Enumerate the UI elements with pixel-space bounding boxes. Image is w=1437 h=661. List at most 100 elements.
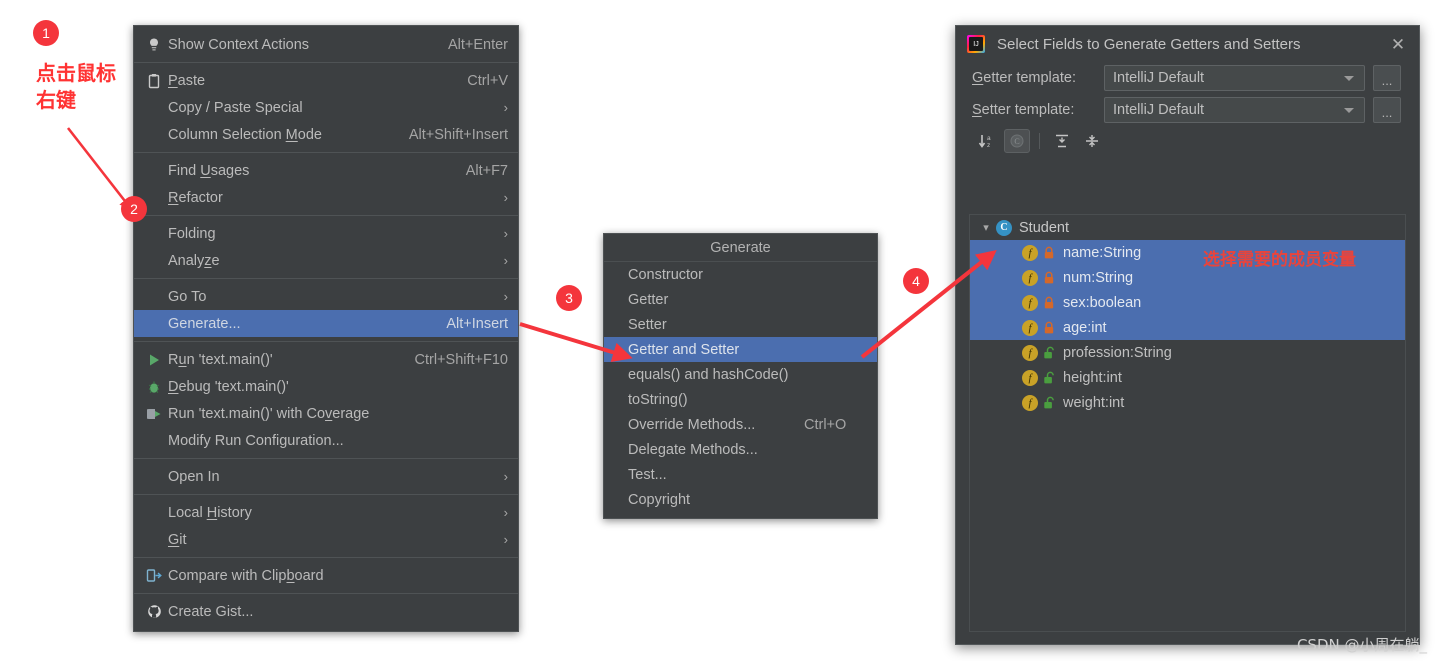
field-label: age:int: [1063, 319, 1107, 336]
fields-tree[interactable]: ▾ C Student f name:String f num:String f sex:…: [969, 214, 1406, 632]
generate-popup-menu[interactable]: Generate Constructor Getter Setter Getter a…: [603, 233, 878, 519]
generate-popup-title: Generate: [604, 234, 877, 262]
annotation-badge: 1: [33, 20, 59, 46]
context-menu-item-label: Go To: [168, 288, 207, 305]
tree-root-node[interactable]: ▾ C Student: [970, 215, 1405, 240]
show-class-icon[interactable]: C: [1004, 129, 1030, 153]
generate-menu-item[interactable]: Copyright: [604, 487, 877, 512]
csdn-watermark: CSDN @小周在躺_: [1296, 636, 1427, 654]
menu-separator: [134, 458, 518, 459]
field-tree-row[interactable]: f weight:int: [970, 390, 1405, 415]
no-icon: [142, 224, 166, 244]
context-menu-item-label: Local History: [168, 504, 252, 521]
chevron-right-icon: ›: [503, 226, 508, 241]
toolbar-divider: [1039, 133, 1040, 149]
context-menu-item[interactable]: Create Gist...: [134, 598, 518, 625]
sort-alphabetically-icon[interactable]: a z: [974, 129, 1000, 153]
chevron-right-icon: ›: [503, 100, 508, 115]
context-menu-item[interactable]: Analyze ›: [134, 247, 518, 274]
chevron-right-icon: ›: [503, 253, 508, 268]
field-tree-row[interactable]: f sex:boolean: [970, 290, 1405, 315]
generate-menu-item[interactable]: Getter: [604, 287, 877, 312]
context-menu-item-label: Column Selection Mode: [168, 126, 322, 143]
context-menu-item[interactable]: Go To ›: [134, 283, 518, 310]
svg-text:z: z: [987, 142, 990, 149]
lock-closed-icon: [1043, 271, 1055, 285]
context-menu-item[interactable]: Debug 'text.main()': [134, 373, 518, 400]
lock-closed-icon: [1043, 296, 1055, 310]
setter-template-combo[interactable]: IntelliJ Default: [1104, 97, 1365, 123]
svg-text:C: C: [1014, 137, 1019, 146]
setter-template-browse-button[interactable]: ...: [1373, 97, 1401, 123]
context-menu-item-shortcut: Ctrl+Shift+F10: [414, 351, 509, 368]
generate-menu-item[interactable]: Setter: [604, 312, 877, 337]
context-menu-item[interactable]: Refactor ›: [134, 184, 518, 211]
generate-menu-item-label: toString(): [628, 391, 688, 408]
run-icon: [142, 350, 166, 370]
generate-menu-item[interactable]: Test...: [604, 462, 877, 487]
generate-menu-item[interactable]: Override Methods... Ctrl+O: [604, 412, 877, 437]
lock-closed-icon: [1043, 246, 1055, 260]
context-menu-item-label: Generate...: [168, 315, 241, 332]
close-icon[interactable]: ✕: [1387, 33, 1409, 55]
context-menu-item[interactable]: Local History ›: [134, 499, 518, 526]
chevron-down-icon: [1344, 75, 1354, 81]
field-tree-row[interactable]: f height:int: [970, 365, 1405, 390]
editor-context-menu[interactable]: Show Context Actions Alt+Enter Paste Ctrl+V…: [133, 25, 519, 632]
context-menu-item[interactable]: Run 'text.main()' with Coverage: [134, 400, 518, 427]
chevron-right-icon: ›: [503, 289, 508, 304]
context-menu-item[interactable]: Copy / Paste Special ›: [134, 94, 518, 121]
field-icon: f: [1022, 319, 1038, 336]
expand-all-icon[interactable]: [1049, 129, 1075, 153]
chevron-down-icon[interactable]: ▾: [978, 221, 994, 234]
generate-menu-item-label: Setter: [628, 316, 667, 333]
generate-menu-item[interactable]: Constructor: [604, 262, 877, 287]
menu-separator: [134, 494, 518, 495]
no-icon: [142, 287, 166, 307]
coverage-icon: [142, 404, 166, 424]
collapse-all-icon[interactable]: [1079, 129, 1105, 153]
getter-template-row: Getter template: IntelliJ Default ...: [956, 62, 1419, 94]
context-menu-item-label: Compare with Clipboard: [168, 567, 324, 584]
generate-menu-item[interactable]: equals() and hashCode(): [604, 362, 877, 387]
no-icon: [142, 125, 166, 145]
generate-menu-item-label: Delegate Methods...: [628, 441, 758, 458]
field-label: sex:boolean: [1063, 294, 1142, 311]
chevron-down-icon: [1344, 107, 1354, 113]
field-tree-row[interactable]: f age:int: [970, 315, 1405, 340]
context-menu-item[interactable]: Run 'text.main()' Ctrl+Shift+F10: [134, 346, 518, 373]
generate-menu-item[interactable]: Getter and Setter: [604, 337, 877, 362]
context-menu-item[interactable]: Modify Run Configuration...: [134, 427, 518, 454]
context-menu-item-label: Show Context Actions: [168, 36, 310, 53]
context-menu-item[interactable]: Folding ›: [134, 220, 518, 247]
context-menu-item[interactable]: Column Selection Mode Alt+Shift+Insert: [134, 121, 518, 148]
no-icon: [142, 251, 166, 271]
context-menu-item[interactable]: Show Context Actions Alt+Enter: [134, 31, 518, 58]
generate-menu-item-label: Test...: [628, 466, 667, 483]
menu-separator: [134, 341, 518, 342]
chevron-right-icon: ›: [503, 190, 508, 205]
context-menu-item[interactable]: Git ›: [134, 526, 518, 553]
field-label: weight:int: [1063, 394, 1125, 411]
context-menu-item-shortcut: Alt+Enter: [447, 36, 508, 53]
lock-open-icon: [1043, 371, 1055, 385]
getter-template-combo[interactable]: IntelliJ Default: [1104, 65, 1365, 91]
github-icon: [142, 602, 166, 622]
field-tree-row[interactable]: f profession:String: [970, 340, 1405, 365]
class-icon: C: [996, 219, 1012, 236]
context-menu-item[interactable]: Generate... Alt+Insert: [134, 310, 518, 337]
getter-template-value: IntelliJ Default: [1113, 70, 1205, 86]
context-menu-item-label: Paste: [168, 72, 206, 89]
svg-text:a: a: [987, 135, 991, 142]
context-menu-item[interactable]: Find Usages Alt+F7: [134, 157, 518, 184]
context-menu-item[interactable]: Compare with Clipboard: [134, 562, 518, 589]
field-icon: f: [1022, 344, 1038, 361]
generate-menu-item[interactable]: toString(): [604, 387, 877, 412]
context-menu-item-label: Debug 'text.main()': [168, 378, 289, 395]
generate-menu-item[interactable]: Delegate Methods...: [604, 437, 877, 462]
context-menu-item[interactable]: Paste Ctrl+V: [134, 67, 518, 94]
getter-template-browse-button[interactable]: ...: [1373, 65, 1401, 91]
context-menu-item[interactable]: Open In ›: [134, 463, 518, 490]
field-icon: f: [1022, 269, 1038, 286]
menu-separator: [134, 557, 518, 558]
